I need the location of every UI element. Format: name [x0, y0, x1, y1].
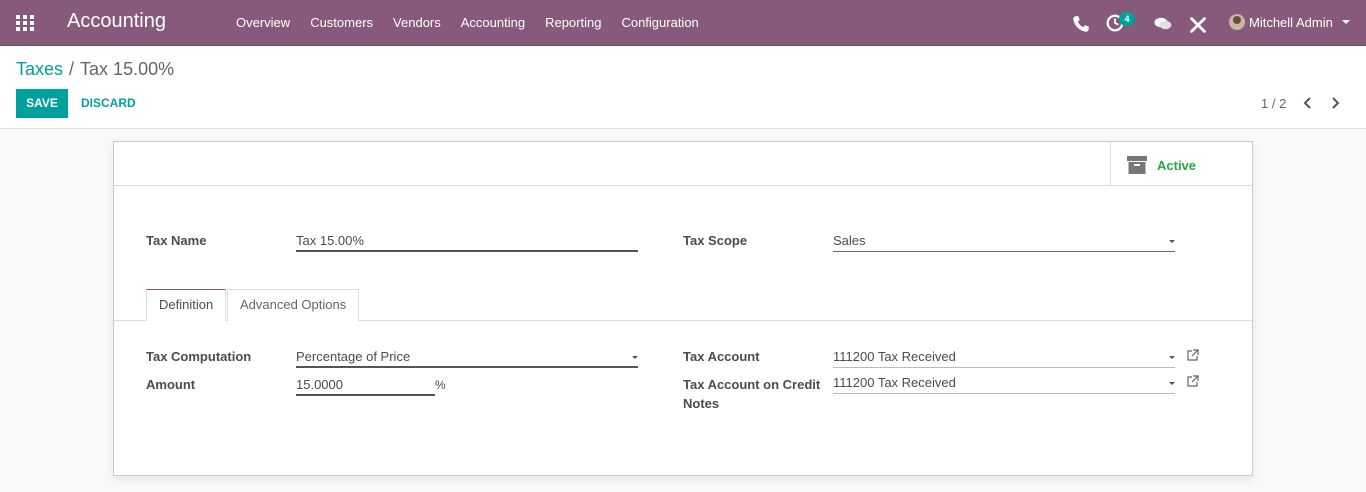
amount-label: Amount	[146, 377, 196, 392]
credit-account-external-link-icon[interactable]	[1186, 375, 1199, 388]
credit-account-label: Tax Account on Credit Notes	[683, 375, 820, 413]
breadcrumb-current: Tax 15.00%	[80, 59, 175, 79]
tax-computation-label: Tax Computation	[146, 349, 252, 364]
tax-account-select[interactable]: 111200 Tax Received	[833, 348, 1175, 368]
active-status-label: Active	[1157, 158, 1197, 173]
tab-advanced-options[interactable]: Advanced Options	[227, 289, 360, 321]
pager-value[interactable]: 1 / 2	[1261, 96, 1286, 111]
form-sheet: Active Tax Name Tax 15.00% Tax Scope Sal…	[113, 141, 1253, 476]
pager-previous-icon[interactable]	[1301, 96, 1315, 110]
save-button[interactable]: SAVE	[16, 89, 68, 118]
button-box: Active	[114, 142, 1252, 186]
tax-account-label: Tax Account	[683, 349, 760, 364]
amount-percent-unit: %	[435, 378, 446, 392]
tax-account-external-link-icon[interactable]	[1186, 349, 1199, 362]
credit-account-value: 111200 Tax Received	[833, 375, 956, 390]
apps-menu-icon[interactable]	[16, 15, 34, 31]
user-avatar[interactable]	[1229, 14, 1245, 30]
tax-scope-label: Tax Scope	[683, 233, 748, 248]
app-title[interactable]: Accounting	[67, 10, 166, 33]
breadcrumb-separator: /	[69, 59, 75, 79]
credit-account-caret-icon	[1169, 382, 1175, 385]
discard-button[interactable]: DISCARD	[81, 89, 136, 118]
breadcrumb: Taxes / Tax 15.00%	[16, 59, 174, 80]
menu-item-overview[interactable]: Overview	[226, 15, 300, 30]
menu-item-reporting[interactable]: Reporting	[535, 15, 611, 30]
menu-item-customers[interactable]: Customers	[300, 15, 383, 30]
phone-icon[interactable]	[1072, 15, 1090, 33]
credit-account-label-line2: Notes	[683, 396, 720, 411]
developer-tools-icon[interactable]	[1189, 16, 1207, 34]
tax-scope-value: Sales	[833, 233, 866, 248]
tab-definition[interactable]: Definition	[146, 289, 227, 321]
main-menu: Overview Customers Vendors Accounting Re…	[226, 15, 709, 30]
chat-icon[interactable]	[1154, 15, 1172, 33]
user-menu-caret-icon[interactable]	[1342, 20, 1350, 24]
tax-account-caret-icon	[1169, 356, 1175, 359]
tax-scope-caret-icon	[1169, 240, 1175, 243]
menu-item-configuration[interactable]: Configuration	[611, 15, 708, 30]
credit-account-select[interactable]: 111200 Tax Received	[833, 374, 1175, 394]
tax-scope-select[interactable]: Sales	[833, 232, 1175, 252]
tax-computation-select[interactable]: Percentage of Price	[296, 348, 638, 368]
menu-item-accounting[interactable]: Accounting	[451, 15, 535, 30]
archive-icon	[1127, 156, 1147, 174]
credit-account-label-line1: Tax Account on Credit	[683, 377, 821, 392]
breadcrumb-taxes-link[interactable]: Taxes	[16, 59, 63, 79]
active-toggle-button[interactable]: Active	[1110, 142, 1252, 186]
amount-input[interactable]: 15.0000	[296, 376, 435, 396]
tax-name-input[interactable]: Tax 15.00%	[296, 232, 638, 252]
top-navbar: Accounting Overview Customers Vendors Ac…	[0, 0, 1366, 46]
control-panel: Taxes / Tax 15.00% SAVE DISCARD 1 / 2	[0, 46, 1366, 129]
tax-computation-caret-icon	[632, 356, 638, 359]
menu-item-vendors[interactable]: Vendors	[383, 15, 451, 30]
tax-name-label: Tax Name	[146, 233, 207, 248]
tax-account-value: 111200 Tax Received	[833, 349, 956, 364]
activity-count-badge: 4	[1119, 12, 1135, 26]
user-menu-name[interactable]: Mitchell Admin	[1249, 15, 1333, 30]
pager-next-icon[interactable]	[1328, 96, 1342, 110]
tax-computation-value: Percentage of Price	[296, 349, 411, 364]
